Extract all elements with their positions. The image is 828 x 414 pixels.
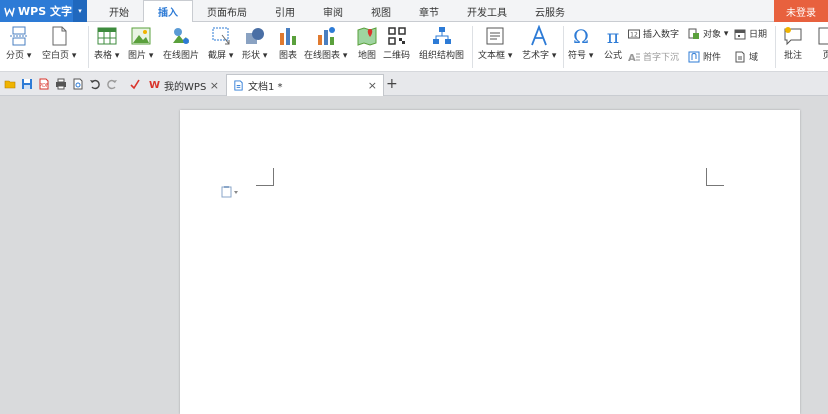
object-icon (688, 28, 699, 39)
print-preview-icon[interactable] (72, 78, 84, 90)
dropcap-icon: A (628, 53, 640, 63)
app-dropdown-icon[interactable]: ▾ (73, 0, 87, 22)
table-icon (97, 27, 117, 45)
picture-button[interactable]: 图片 ▾ (128, 25, 153, 62)
svg-text:PDF: PDF (39, 83, 49, 89)
online-picture-button[interactable]: 在线图片 (163, 25, 199, 62)
paste-options-icon[interactable] (221, 186, 239, 198)
print-icon[interactable] (55, 78, 67, 90)
attachment-button[interactable]: 附件 (688, 50, 721, 63)
tab-developer[interactable]: 开发工具 (453, 0, 521, 22)
dropcap-button: A 首字下沉 (628, 52, 680, 64)
page-cut-button[interactable]: 页 (816, 25, 828, 62)
object-button[interactable]: 对象 ▾ (688, 27, 728, 40)
ribbon: 分页 ▾ 空白页 ▾ 表格 ▾ 图片 ▾ 在线图片 截屏 ▾ 形状 ▾ 图表 在… (0, 22, 828, 72)
save-icon[interactable] (21, 78, 33, 90)
textbox-icon (486, 27, 504, 45)
svg-text:12: 12 (630, 31, 638, 38)
insert-number-button[interactable]: 12 插入数字 (628, 27, 679, 40)
number-icon: 12 (628, 29, 640, 38)
comment-button[interactable]: 批注 (782, 25, 804, 62)
online-chart-button[interactable]: 在线图表 ▾ (304, 25, 347, 62)
redo-icon[interactable] (106, 78, 118, 90)
table-button[interactable]: 表格 ▾ (94, 25, 119, 62)
quick-access-bar: PDF W 我的WPS × 文档1 * × (0, 72, 828, 96)
tab-insert[interactable]: 插入 (143, 0, 193, 23)
date-button[interactable]: 日期 (734, 27, 767, 40)
ribbon-separator (775, 26, 776, 68)
blank-page-icon (52, 26, 67, 46)
menu-tabs: 开始 插入 页面布局 引用 审阅 视图 章节 开发工具 云服务 (95, 0, 579, 23)
svg-text:π: π (607, 26, 620, 47)
tab-references[interactable]: 引用 (261, 0, 309, 22)
tab-page-layout[interactable]: 页面布局 (193, 0, 261, 22)
field-button[interactable]: 域 (734, 50, 758, 63)
app-name: WPS 文字 (18, 5, 72, 18)
shape-icon (245, 28, 264, 44)
online-picture-icon (173, 28, 189, 44)
tab-view[interactable]: 视图 (357, 0, 405, 22)
margin-corner-top-right (706, 168, 724, 186)
shape-button[interactable]: 形状 ▾ (242, 25, 267, 62)
page-break-button[interactable]: 分页 ▾ (6, 25, 31, 62)
blank-page-button[interactable]: 空白页 ▾ (42, 25, 76, 62)
menu-bar: WPS 文字 ▾ 开始 插入 页面布局 引用 审阅 视图 章节 开发工具 云服务… (0, 0, 828, 23)
wps-logo-icon (4, 7, 15, 17)
wps-brand-icon: W (149, 79, 161, 91)
ribbon-separator (472, 26, 473, 68)
chart-button[interactable]: 图表 (277, 25, 299, 62)
page-cut-icon (818, 27, 828, 45)
add-tab-button[interactable]: + (386, 76, 398, 92)
calendar-icon (734, 29, 746, 39)
ribbon-separator (563, 26, 564, 68)
wordart-icon (531, 25, 548, 46)
formula-button[interactable]: π 公式 (602, 25, 624, 62)
undo-icon[interactable] (89, 78, 101, 90)
pi-icon: π (607, 26, 620, 47)
online-chart-icon (317, 27, 335, 45)
export-pdf-icon[interactable]: PDF (38, 78, 50, 90)
screenshot-icon (212, 27, 230, 45)
open-folder-icon[interactable] (4, 78, 16, 90)
document-page[interactable] (180, 110, 800, 414)
ribbon-separator (88, 26, 89, 68)
comment-icon (784, 27, 802, 46)
tab-cloud[interactable]: 云服务 (521, 0, 579, 22)
margin-corner-top-left (256, 168, 274, 186)
qrcode-icon (387, 27, 406, 45)
chart-icon (280, 28, 296, 45)
tab-review[interactable]: 审阅 (309, 0, 357, 22)
close-tab-icon[interactable]: × (210, 79, 219, 92)
map-icon (357, 27, 377, 46)
map-button[interactable]: 地图 (356, 25, 378, 62)
picture-icon (131, 27, 151, 45)
textbox-button[interactable]: 文本框 ▾ (478, 25, 512, 62)
omega-icon: Ω (573, 26, 589, 47)
customize-toolbar-icon[interactable] (129, 78, 141, 90)
tab-document-1[interactable]: 文档1 * × (226, 74, 384, 96)
svg-text:Ω: Ω (573, 26, 589, 47)
tab-section[interactable]: 章节 (405, 0, 453, 22)
app-menu-button[interactable]: WPS 文字 ▾ (0, 0, 87, 22)
org-chart-button[interactable]: 组织结构图 (419, 25, 464, 62)
tab-home[interactable]: 开始 (95, 0, 143, 22)
symbol-button[interactable]: Ω 符号 ▾ (568, 25, 593, 62)
page-break-icon (9, 26, 28, 46)
tab-my-wps[interactable]: W 我的WPS × (143, 74, 225, 96)
attachment-icon (688, 51, 700, 62)
svg-text:A: A (628, 53, 636, 63)
login-button[interactable]: 未登录 (774, 0, 828, 22)
screenshot-button[interactable]: 截屏 ▾ (208, 25, 233, 62)
wordart-button[interactable]: 艺术字 ▾ (522, 25, 556, 62)
document-icon (234, 80, 243, 91)
org-chart-icon (432, 27, 451, 44)
field-icon (735, 51, 745, 62)
close-tab-icon[interactable]: × (368, 79, 377, 92)
qrcode-button[interactable]: 二维码 (383, 25, 410, 62)
